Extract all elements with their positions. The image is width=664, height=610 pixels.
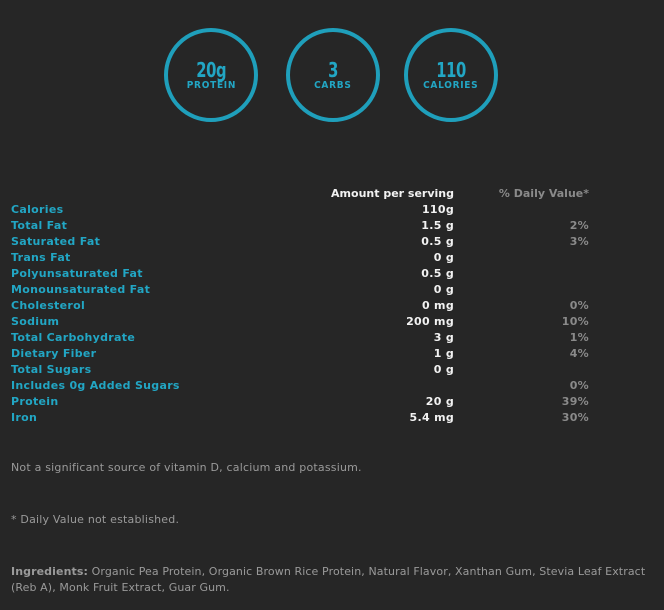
daily-value-header: % Daily Value* (498, 187, 589, 200)
amount-per-serving-header: Amount per serving (331, 187, 454, 200)
calories-label: CALORIES (423, 80, 479, 91)
nutrient-name: Total Fat (11, 219, 68, 232)
nutrient-name: Cholesterol (11, 299, 86, 312)
nutrition-highlights: 20g PROTEIN 3 CARBS 110 CALORIES (0, 28, 664, 128)
protein-value: 20g (196, 58, 226, 82)
nutrient-dv (454, 202, 589, 218)
nutrient-amount: 0 g (433, 283, 454, 296)
nutrient-name: Total Carbohydrate (11, 331, 136, 344)
nutrient-amount: 5.4 mg (409, 411, 454, 424)
nutrient-amount: 0.5 g (421, 235, 454, 248)
table-row: Trans Fat 0 g (11, 250, 589, 266)
table-row: Includes 0g Added Sugars 0% (11, 378, 589, 394)
nutrient-name: Saturated Fat (11, 235, 101, 248)
nutrient-dv: 30% (561, 411, 589, 424)
table-row: Polyunsaturated Fat 0.5 g (11, 266, 589, 282)
daily-value-note: * Daily Value not established. (11, 513, 180, 526)
nutrient-name: Polyunsaturated Fat (11, 267, 143, 280)
table-row: Total Sugars 0 g (11, 362, 589, 378)
nutrient-amount: 200 mg (406, 315, 454, 328)
calories-highlight: 110 CALORIES (404, 28, 498, 122)
nutrient-amount: 3 g (433, 331, 454, 344)
nutrient-dv: 2% (569, 219, 589, 232)
nutrient-dv: 3% (569, 235, 589, 248)
nutrient-amount: 20 g (425, 395, 454, 408)
carbs-label: CARBS (314, 80, 352, 91)
nutrient-name: Protein (11, 395, 59, 408)
protein-highlight: 20g PROTEIN (164, 28, 258, 122)
ingredients-section: Ingredients: Organic Pea Protein, Organi… (11, 564, 656, 596)
table-header: Amount per serving % Daily Value* (11, 186, 589, 202)
table-row: Total Carbohydrate 3 g 1% (11, 330, 589, 346)
nutrient-name: Total Sugars (11, 363, 92, 376)
nutrient-dv: 0% (569, 379, 589, 392)
nutrient-amount: 1 g (433, 347, 454, 360)
nutrient-name: Monounsaturated Fat (11, 283, 151, 296)
table-row: Monounsaturated Fat 0 g (11, 282, 589, 298)
nutrient-name: Includes 0g Added Sugars (11, 379, 180, 392)
nutrient-name: Dietary Fiber (11, 347, 97, 360)
nutrient-dv (454, 250, 589, 266)
ingredients-label: Ingredients: (11, 565, 89, 578)
vitamin-note: Not a significant source of vitamin D, c… (11, 461, 362, 474)
table-row: Protein 20 g 39% (11, 394, 589, 410)
nutrient-amount: 0 g (433, 363, 454, 376)
table-row: Iron 5.4 mg 30% (11, 410, 589, 426)
nutrient-dv (454, 362, 589, 378)
nutrition-facts-table: Amount per serving % Daily Value* Calori… (11, 186, 589, 426)
nutrient-dv: 0% (569, 299, 589, 312)
nutrient-name: Sodium (11, 315, 60, 328)
nutrient-name: Iron (11, 411, 38, 424)
nutrient-dv: 39% (561, 395, 589, 408)
nutrient-dv: 4% (569, 347, 589, 360)
table-row: Sodium 200 mg 10% (11, 314, 589, 330)
nutrient-dv (454, 266, 589, 282)
table-row: Total Fat 1.5 g 2% (11, 218, 589, 234)
nutrient-amount: 0 g (433, 251, 454, 264)
nutrient-amount (311, 378, 454, 394)
nutrient-amount: 0.5 g (421, 267, 454, 280)
ingredients-text: Organic Pea Protein, Organic Brown Rice … (11, 565, 646, 594)
nutrient-name: Calories (11, 203, 64, 216)
carbs-value: 3 (328, 58, 338, 82)
nutrient-dv: 1% (569, 331, 589, 344)
nutrient-dv: 10% (561, 315, 589, 328)
protein-label: PROTEIN (186, 80, 236, 91)
nutrient-amount: 1.5 g (421, 219, 454, 232)
nutrient-amount: 0 mg (421, 299, 454, 312)
table-row: Dietary Fiber 1 g 4% (11, 346, 589, 362)
table-row: Calories 110g (11, 202, 589, 218)
table-row: Cholesterol 0 mg 0% (11, 298, 589, 314)
calories-value: 110 (436, 58, 466, 82)
nutrient-name: Trans Fat (11, 251, 71, 264)
table-row: Saturated Fat 0.5 g 3% (11, 234, 589, 250)
nutrient-dv (454, 282, 589, 298)
nutrient-amount: 110g (421, 203, 454, 216)
carbs-highlight: 3 CARBS (286, 28, 380, 122)
